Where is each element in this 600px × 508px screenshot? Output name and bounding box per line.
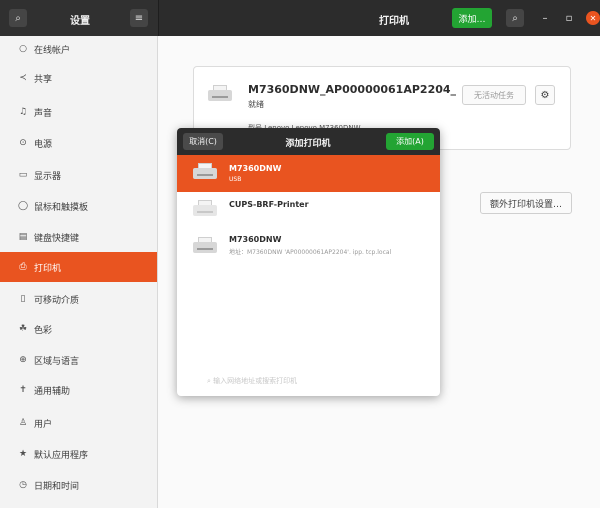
printer-search-input[interactable]: ⌕ 输入网络地址或搜索打印机	[207, 376, 297, 386]
sidebar-item-icon: ⎙	[19, 262, 27, 272]
dialog-header: 取消(C) 添加打印机 添加(A)	[177, 128, 440, 155]
sidebar-item-icon: ⊙	[19, 138, 27, 148]
printer-list-item-name: CUPS-BRF-Printer	[229, 200, 309, 209]
add-printer-button[interactable]: 添加…	[452, 8, 492, 28]
sidebar-item-icon: ♫	[18, 107, 28, 117]
sidebar-item-label: 电源	[34, 139, 53, 150]
printer-status: 就绪	[248, 100, 264, 109]
sidebar-item[interactable]: ▤ 键盘快捷键	[0, 222, 157, 252]
sidebar-item-label: 声音	[34, 108, 53, 119]
sidebar-item-label: 鼠标和触摸板	[34, 202, 89, 213]
add-printer-dialog: 取消(C) 添加打印机 添加(A) M7360DNW USB CUPS-BRF-…	[177, 128, 440, 396]
printer-list-item[interactable]: M7360DNW USB	[177, 155, 440, 192]
printer-list-item[interactable]: CUPS-BRF-Printer	[177, 192, 440, 228]
sidebar-headerbar: ⌕ 设置 ≡	[0, 0, 158, 36]
printer-settings-button[interactable]: ⚙	[535, 85, 555, 105]
sidebar-item-icon: ▤	[18, 232, 28, 242]
sidebar-item[interactable]: ★ 默认应用程序	[0, 439, 157, 469]
printers-headerbar: 打印机 添加… ⌕ – ▫ ✕	[158, 0, 600, 36]
sidebar-item-icon: ☘	[18, 324, 28, 334]
printer-icon	[193, 200, 217, 218]
sidebar-item[interactable]: ≺ 共享	[0, 63, 157, 93]
sidebar-item[interactable]: ⊙ 电源	[0, 128, 157, 158]
printer-icon	[193, 237, 217, 255]
printer-list-item-connection: USB	[229, 176, 242, 183]
search-icon: ⌕	[512, 12, 518, 24]
sidebar-item-label: 通用辅助	[34, 386, 71, 397]
search-icon: ⌕	[15, 12, 21, 24]
maximize-button[interactable]: ▫	[561, 10, 577, 26]
sidebar-item[interactable]: ▯ 可移动介质	[0, 284, 157, 314]
sidebar-item-icon: ♙	[18, 418, 28, 428]
search-placeholder: 输入网络地址或搜索打印机	[213, 377, 298, 385]
minimize-button[interactable]: –	[537, 10, 553, 26]
add-button[interactable]: 添加(A)	[386, 133, 434, 150]
sidebar-item-icon: ▯	[20, 294, 26, 304]
sidebar-item-label: 区域与语言	[34, 356, 80, 367]
sidebar-item[interactable]: ○ 在线帐户	[0, 34, 157, 64]
sidebar-item-label: 打印机	[34, 263, 62, 274]
printer-name: M7360DNW_AP00000061AP2204_	[248, 83, 457, 96]
sidebar-item-label: 显示器	[34, 171, 62, 182]
printer-list-item-name: M7360DNW	[229, 235, 282, 244]
no-active-jobs-button[interactable]: 无活动任务	[462, 85, 526, 105]
sidebar-item-label: 可移动介质	[34, 295, 80, 306]
printer-icon	[208, 85, 232, 103]
sidebar-item[interactable]: ◷ 日期和时间	[0, 470, 157, 500]
sidebar-item-label: 共享	[34, 74, 53, 85]
sidebar-item[interactable]: ⊕ 区域与语言	[0, 345, 157, 375]
sidebar-item-label: 键盘快捷键	[34, 233, 80, 244]
sidebar-item-icon: ⊕	[19, 355, 27, 365]
sidebar-item-label: 日期和时间	[34, 481, 80, 492]
printer-icon	[193, 163, 217, 181]
settings-title: 设置	[70, 16, 90, 27]
settings-sidebar: ○ 在线帐户 ≺ 共享 ♫ 声音 ⊙ 电源 ▭ 显示器 ◯ 鼠标和触摸板 ▤ 键盘快捷键 ⎙ 打印机 ▯ 可移动介…	[0, 36, 158, 508]
sidebar-item-icon: ◷	[19, 480, 27, 490]
menu-button[interactable]: ≡	[130, 9, 148, 27]
sidebar-item-icon: ▭	[18, 170, 28, 180]
sidebar-item-icon: ★	[18, 449, 28, 459]
sidebar-item-label: 色彩	[34, 325, 53, 336]
printer-list-item[interactable]: M7360DNW 地址：M7360DNW 'AP00000061AP2204'.…	[177, 228, 440, 264]
close-button[interactable]: ✕	[586, 11, 600, 25]
page-title: 打印机	[379, 16, 409, 27]
sidebar-item[interactable]: ✝ 通用辅助	[0, 375, 157, 405]
hamburger-menu-icon: ≡	[134, 12, 144, 24]
cancel-button[interactable]: 取消(C)	[183, 133, 223, 150]
sidebar-item[interactable]: ☘ 色彩	[0, 314, 157, 344]
sidebar-item-icon: ○	[19, 44, 27, 54]
printer-list-item-name: M7360DNW	[229, 164, 282, 173]
sidebar-item-label: 用户	[34, 419, 53, 430]
sidebar-item[interactable]: ♙ 用户	[0, 408, 157, 438]
sidebar-item-icon: ✝	[19, 385, 27, 395]
sidebar-item-icon: ◯	[17, 201, 29, 211]
gear-icon: ⚙	[540, 89, 550, 101]
sidebar-item[interactable]: ♫ 声音	[0, 97, 157, 127]
printer-list-item-address: 地址：M7360DNW 'AP00000061AP2204'. ipp. tcp…	[229, 249, 392, 256]
sidebar-item-label: 默认应用程序	[34, 450, 89, 461]
sidebar-item[interactable]: ◯ 鼠标和触摸板	[0, 191, 157, 221]
sidebar-item-icon: ≺	[19, 73, 27, 83]
dialog-title: 添加打印机	[285, 139, 331, 149]
sidebar-item-label: 在线帐户	[34, 45, 71, 56]
search-printers-button[interactable]: ⌕	[506, 9, 524, 27]
sidebar-item[interactable]: ▭ 显示器	[0, 160, 157, 190]
sidebar-item[interactable]: ⎙ 打印机	[0, 252, 157, 282]
extra-printer-settings-button[interactable]: 额外打印机设置…	[480, 192, 572, 214]
search-button[interactable]: ⌕	[9, 9, 27, 27]
